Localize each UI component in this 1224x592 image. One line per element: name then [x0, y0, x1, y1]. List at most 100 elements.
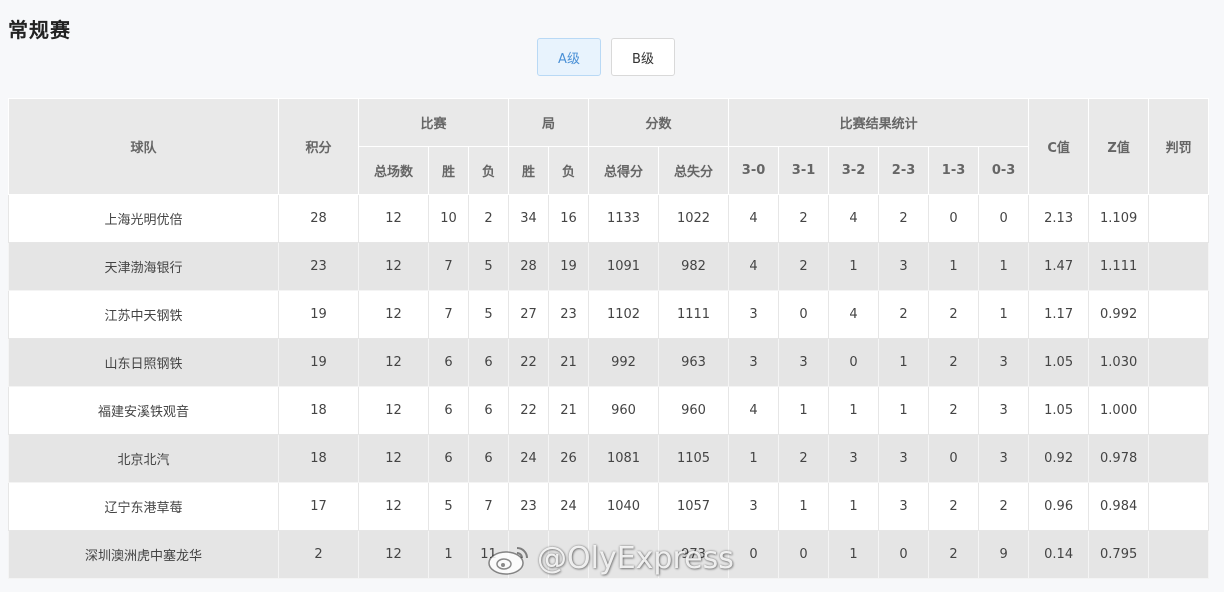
cell-z-value: 0.978 [1088, 434, 1150, 483]
cell-penalty [1148, 530, 1210, 579]
cell-match-wins: 6 [428, 386, 469, 435]
cell-points-against: 1057 [658, 482, 730, 531]
cell-result-2-3: 2 [878, 194, 930, 243]
cell-match-losses: 6 [467, 434, 510, 483]
cell-match-wins: 6 [428, 338, 469, 387]
cell-match-losses: 5 [467, 242, 510, 291]
tab-level-a[interactable]: A级 [537, 38, 601, 76]
level-tabs: A级 B级 [537, 38, 675, 76]
cell-points-for: 1040 [588, 482, 660, 531]
cell-c-value: 0.14 [1028, 530, 1090, 579]
cell-points-against: 1111 [658, 290, 730, 339]
cell-team: 上海光明优倍 [8, 194, 279, 243]
cell-points: 18 [278, 386, 359, 435]
table-row: 江苏中天钢铁 19 12 7 5 27 23 1102 1111 3 0 4 2 2 1 1.17 0.992 [8, 290, 1210, 339]
cell-points-against: 973 [658, 530, 730, 579]
cell-result-1-3: 2 [928, 338, 980, 387]
cell-match-wins: 10 [428, 194, 469, 243]
cell-result-3-2: 4 [828, 194, 880, 243]
header-c-value: C值 [1028, 98, 1090, 195]
cell-c-value: 0.96 [1028, 482, 1090, 531]
cell-result-3-1: 0 [778, 290, 830, 339]
cell-penalty [1148, 194, 1210, 243]
table-row: 山东日照钢铁 19 12 6 6 22 21 992 963 3 3 0 1 2 3 1.05 1.030 [8, 338, 1210, 387]
cell-points: 23 [278, 242, 359, 291]
header-set-group: 局 [508, 98, 590, 147]
header-score-group: 分数 [588, 98, 730, 147]
cell-result-0-3: 1 [978, 242, 1030, 291]
cell-result-3-2: 1 [828, 386, 880, 435]
header-result-group: 比赛结果统计 [728, 98, 1030, 147]
cell-result-3-0: 3 [728, 290, 780, 339]
header-penalty: 判罚 [1148, 98, 1210, 195]
cell-penalty [1148, 482, 1210, 531]
header-match-wins: 胜 [428, 146, 469, 195]
cell-match-wins: 5 [428, 482, 469, 531]
cell-points: 19 [278, 338, 359, 387]
header-result-0-3: 0-3 [978, 146, 1030, 195]
cell-team: 辽宁东港草莓 [8, 482, 279, 531]
cell-total-matches: 12 [358, 530, 429, 579]
cell-result-3-0: 0 [728, 530, 780, 579]
cell-penalty [1148, 434, 1210, 483]
cell-result-0-3: 9 [978, 530, 1030, 579]
header-result-3-2: 3-2 [828, 146, 880, 195]
cell-result-3-0: 4 [728, 194, 780, 243]
cell-set-losses: 21 [548, 338, 590, 387]
header-team: 球队 [8, 98, 279, 195]
cell-result-3-1: 3 [778, 338, 830, 387]
cell-result-1-3: 2 [928, 386, 980, 435]
header-match-group: 比赛 [357, 98, 510, 147]
cell-result-0-3: 3 [978, 386, 1030, 435]
cell-c-value: 0.92 [1028, 434, 1090, 483]
table-row: 福建安溪铁观音 18 12 6 6 22 21 960 960 4 1 1 1 2 3 1.05 1.000 [8, 386, 1210, 435]
table-row: 深圳澳洲虎中塞龙华 2 12 1 11 973 0 0 1 0 2 9 0.14 0.795 [8, 530, 1210, 579]
header-result-1-3: 1-3 [928, 146, 980, 195]
cell-team: 福建安溪铁观音 [8, 386, 279, 435]
cell-team: 天津渤海银行 [8, 242, 279, 291]
cell-match-losses: 6 [467, 386, 510, 435]
page-title: 常规赛 [8, 18, 71, 42]
cell-match-losses: 6 [467, 338, 510, 387]
cell-total-matches: 12 [358, 242, 429, 291]
cell-points: 2 [278, 530, 359, 579]
standings-table: 球队 积分 比赛 局 分数 比赛结果统计 C值 Z值 判罚 总场数 胜 负 胜 … [8, 98, 1210, 579]
cell-result-2-3: 3 [878, 482, 930, 531]
cell-points: 19 [278, 290, 359, 339]
cell-z-value: 1.000 [1088, 386, 1150, 435]
cell-total-matches: 12 [358, 386, 429, 435]
cell-set-wins: 22 [508, 386, 550, 435]
header-z-value: Z值 [1088, 98, 1150, 195]
cell-set-wins: 24 [508, 434, 550, 483]
cell-set-losses: 19 [548, 242, 590, 291]
tab-level-b[interactable]: B级 [611, 38, 675, 76]
cell-points-for: 960 [588, 386, 660, 435]
cell-c-value: 1.17 [1028, 290, 1090, 339]
standings-body: 上海光明优倍 28 12 10 2 34 16 1133 1022 4 2 4 2 0 0 2.13 1.109… [8, 194, 1210, 579]
header-points: 积分 [278, 98, 359, 195]
cell-c-value: 1.05 [1028, 338, 1090, 387]
table-row: 上海光明优倍 28 12 10 2 34 16 1133 1022 4 2 4 2 0 0 2.13 1.109 [8, 194, 1210, 243]
cell-points: 28 [278, 194, 359, 243]
cell-result-0-3: 3 [978, 434, 1030, 483]
cell-team: 深圳澳洲虎中塞龙华 [8, 530, 279, 579]
cell-penalty [1148, 290, 1210, 339]
cell-penalty [1148, 338, 1210, 387]
cell-result-3-2: 1 [828, 482, 880, 531]
header-result-2-3: 2-3 [878, 146, 930, 195]
cell-result-3-2: 0 [828, 338, 880, 387]
cell-z-value: 1.030 [1088, 338, 1150, 387]
cell-result-0-3: 0 [978, 194, 1030, 243]
cell-total-matches: 12 [358, 338, 429, 387]
cell-set-losses: 23 [548, 290, 590, 339]
cell-z-value: 1.111 [1088, 242, 1150, 291]
table-row: 北京北汽 18 12 6 6 24 26 1081 1105 1 2 3 3 0 3 0.92 0.978 [8, 434, 1210, 483]
cell-result-2-3: 1 [878, 386, 930, 435]
cell-result-3-2: 3 [828, 434, 880, 483]
cell-c-value: 2.13 [1028, 194, 1090, 243]
cell-points-against: 1022 [658, 194, 730, 243]
cell-set-losses: 26 [548, 434, 590, 483]
cell-points-against: 960 [658, 386, 730, 435]
cell-result-3-1: 2 [778, 434, 830, 483]
cell-set-wins: 28 [508, 242, 550, 291]
